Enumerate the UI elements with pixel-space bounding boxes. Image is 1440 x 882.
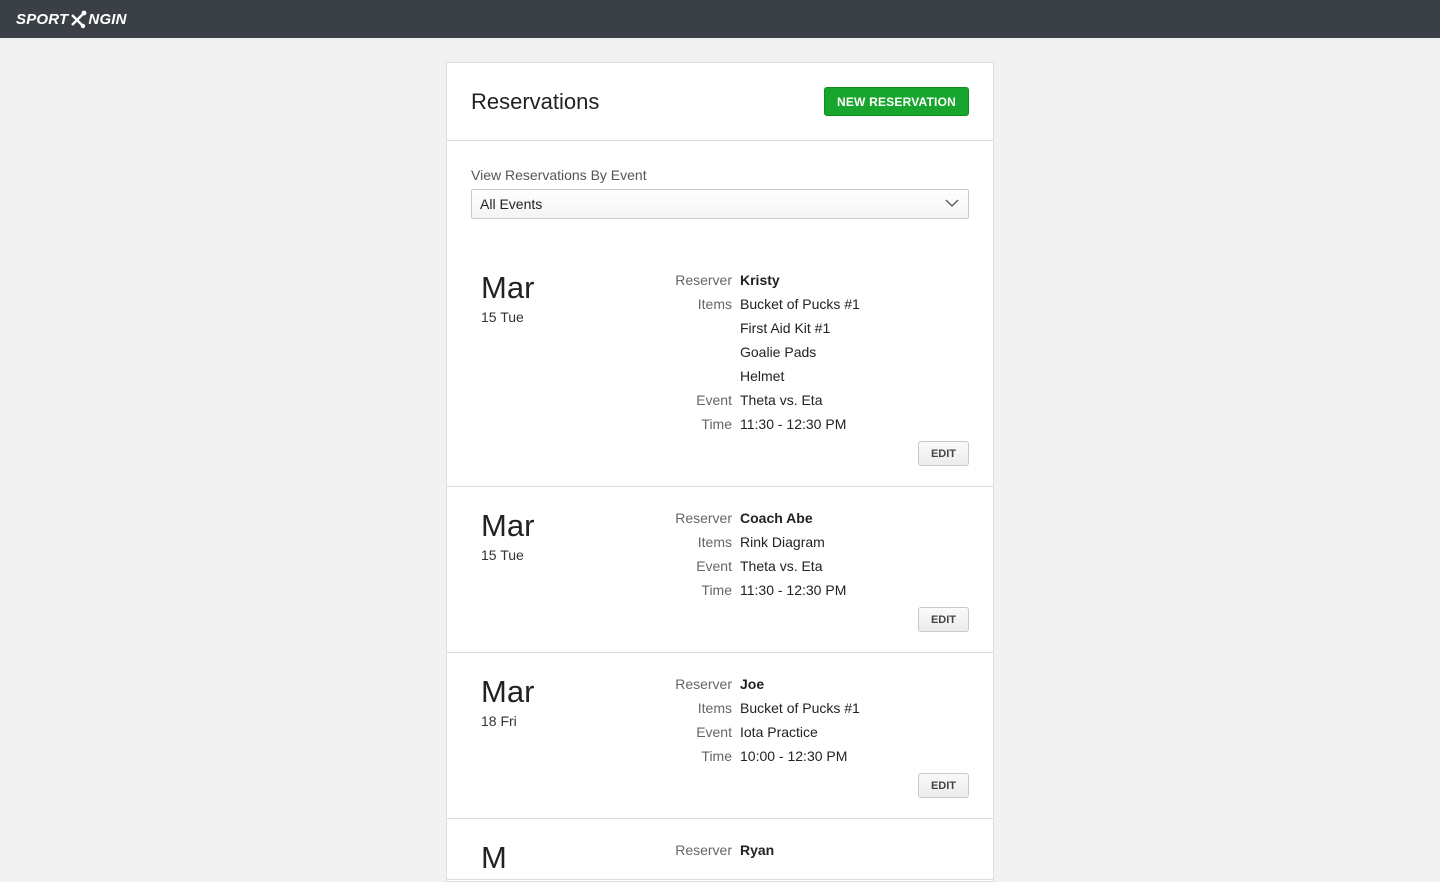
reservation-details: Reserver Kristy Items Bucket of Pucks #1… bbox=[660, 271, 969, 433]
event-label: Event bbox=[696, 558, 732, 574]
reservation-date: M bbox=[481, 841, 507, 875]
reservation-day: 18 Fri bbox=[481, 713, 517, 729]
chevron-down-icon bbox=[945, 199, 959, 207]
reserver-label: Reserver bbox=[675, 842, 732, 858]
event-select-value: All Events bbox=[480, 196, 543, 212]
event-value: Theta vs. Eta bbox=[740, 558, 823, 574]
time-label: Time bbox=[701, 416, 732, 432]
reserver-label: Reserver bbox=[675, 676, 732, 692]
reservation-date: Mar 15 Tue bbox=[481, 270, 535, 326]
edit-button[interactable]: EDIT bbox=[917, 773, 969, 798]
reserver-value: Coach Abe bbox=[740, 510, 813, 526]
item-value: Rink Diagram bbox=[740, 534, 825, 550]
logo-mark-icon bbox=[71, 10, 87, 29]
time-value: 11:30 - 12:30 PM bbox=[740, 416, 847, 432]
item-value: Bucket of Pucks #1 bbox=[740, 296, 860, 312]
time-label: Time bbox=[701, 582, 732, 598]
items-list: Bucket of Pucks #1 bbox=[740, 699, 969, 717]
reservation-item: M Reserver Ryan bbox=[447, 819, 993, 880]
reservation-item: Mar 15 Tue Reserver Coach Abe Items Rink… bbox=[447, 487, 993, 653]
edit-button[interactable]: EDIT bbox=[917, 441, 969, 466]
time-label: Time bbox=[701, 748, 732, 764]
item-value: Helmet bbox=[740, 368, 785, 384]
items-list: Bucket of Pucks #1 First Aid Kit #1 Goal… bbox=[740, 295, 969, 385]
time-value: 10:00 - 12:30 PM bbox=[740, 748, 848, 764]
reservation-month: Mar bbox=[481, 270, 535, 305]
reservation-month: M bbox=[481, 840, 507, 875]
event-filter: View Reservations By Event All Events bbox=[447, 141, 993, 219]
sportngin-logo[interactable]: SPORT NGIN bbox=[16, 9, 127, 29]
reservation-details: Reserver Coach Abe Items Rink Diagram Ev… bbox=[660, 509, 969, 599]
event-label: Event bbox=[696, 392, 732, 408]
reservation-date: Mar 15 Tue bbox=[481, 508, 535, 564]
reservation-day: 15 Tue bbox=[481, 309, 524, 325]
item-value: Bucket of Pucks #1 bbox=[740, 700, 860, 716]
reservation-item: Mar 15 Tue Reserver Kristy Items Bucket … bbox=[447, 249, 993, 487]
items-list: Rink Diagram bbox=[740, 533, 969, 551]
edit-button[interactable]: EDIT bbox=[917, 607, 969, 632]
items-label: Items bbox=[697, 700, 732, 716]
event-select[interactable]: All Events bbox=[471, 189, 969, 219]
reservation-day: 15 Tue bbox=[481, 547, 524, 563]
event-value: Theta vs. Eta bbox=[740, 392, 823, 408]
event-filter-label: View Reservations By Event bbox=[471, 167, 647, 183]
reserver-label: Reserver bbox=[675, 272, 732, 288]
items-label: Items bbox=[697, 534, 732, 550]
reservation-details: Reserver Ryan bbox=[660, 841, 969, 859]
page-title: Reservations bbox=[471, 88, 600, 114]
reservation-month: Mar bbox=[481, 674, 535, 709]
new-reservation-button[interactable]: NEW RESERVATION bbox=[823, 87, 969, 116]
reserver-value: Joe bbox=[740, 676, 765, 692]
event-value: Iota Practice bbox=[740, 724, 818, 740]
reservation-month: Mar bbox=[481, 508, 535, 543]
card-header: Reservations NEW RESERVATION bbox=[447, 63, 993, 141]
item-value: First Aid Kit #1 bbox=[740, 320, 831, 336]
reserver-label: Reserver bbox=[675, 510, 732, 526]
event-label: Event bbox=[696, 724, 732, 740]
reserver-value: Kristy bbox=[740, 272, 780, 288]
logo-text-right: NGIN bbox=[88, 10, 127, 28]
item-value: Goalie Pads bbox=[740, 344, 817, 360]
items-label: Items bbox=[697, 296, 732, 312]
reservation-date: Mar 18 Fri bbox=[481, 674, 535, 730]
time-value: 11:30 - 12:30 PM bbox=[740, 582, 847, 598]
top-navigation-bar: SPORT NGIN bbox=[0, 0, 1440, 38]
reserver-value: Ryan bbox=[740, 842, 775, 858]
reservation-details: Reserver Joe Items Bucket of Pucks #1 Ev… bbox=[660, 675, 969, 765]
logo-text-left: SPORT bbox=[16, 10, 69, 28]
reservation-list: Mar 15 Tue Reserver Kristy Items Bucket … bbox=[447, 249, 993, 880]
reservations-card: Reservations NEW RESERVATION View Reserv… bbox=[446, 62, 994, 882]
reservation-item: Mar 18 Fri Reserver Joe Items Bucket of … bbox=[447, 653, 993, 819]
